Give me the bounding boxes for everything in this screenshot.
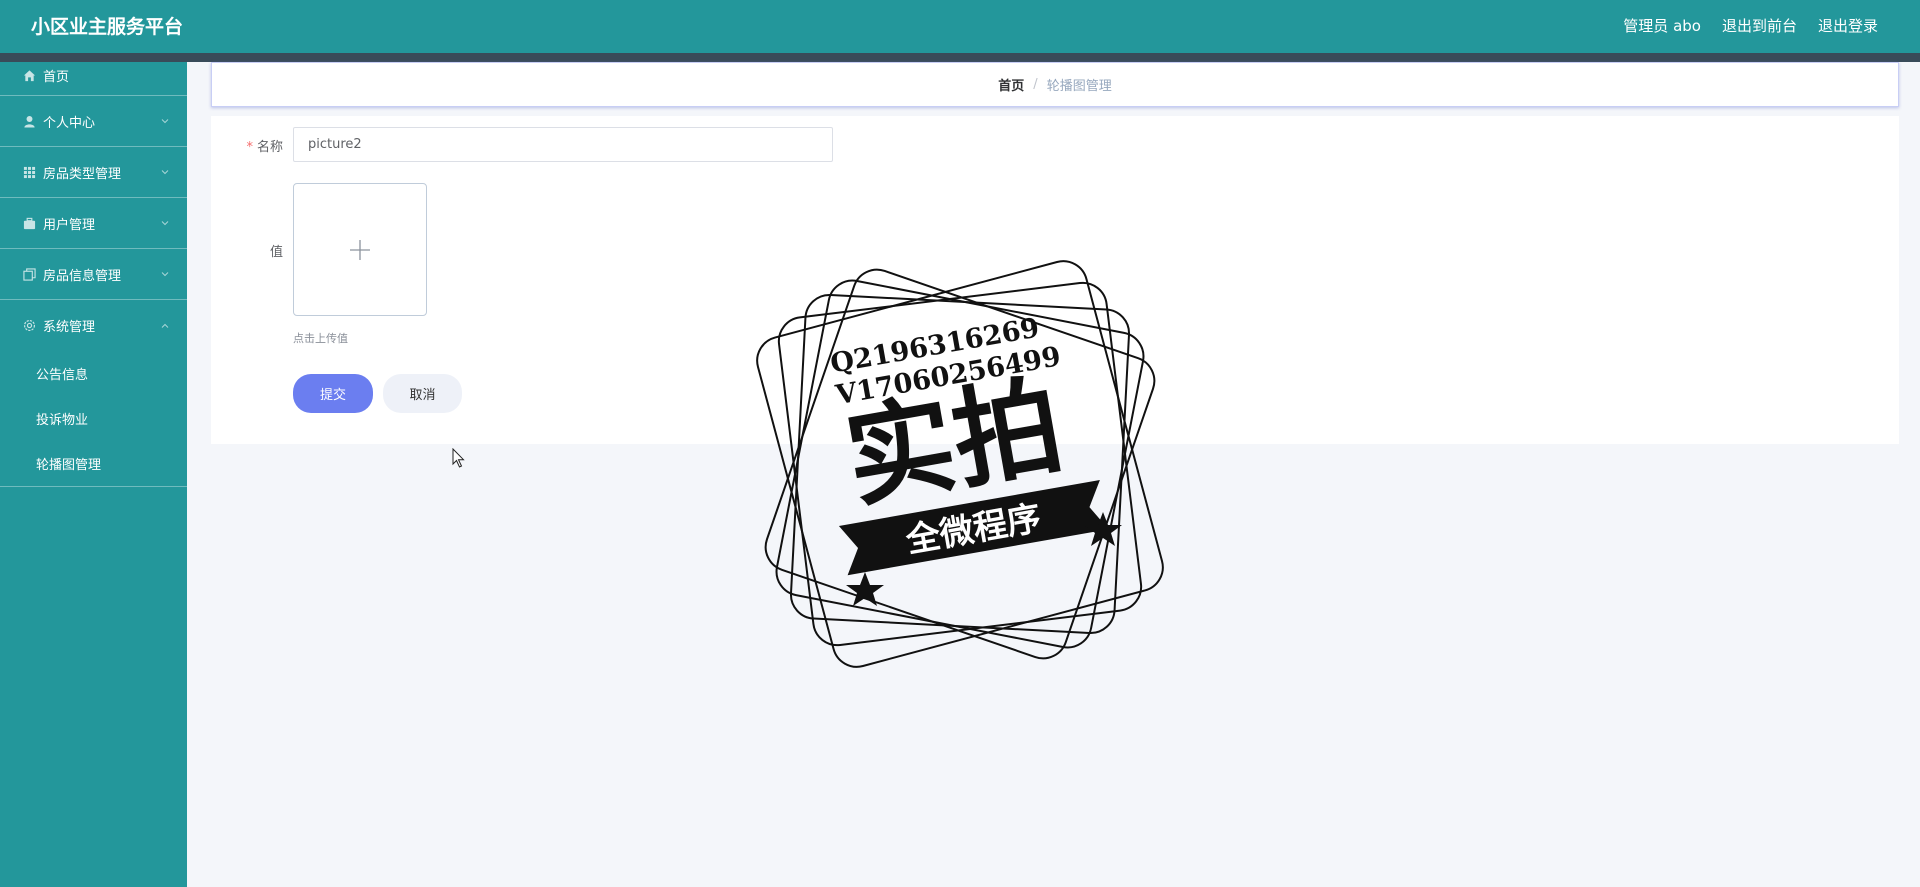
grid-icon xyxy=(22,165,36,179)
breadcrumb-home[interactable]: 首页 xyxy=(998,75,1024,94)
chevron-down-icon xyxy=(161,170,169,175)
chevron-down-icon xyxy=(161,221,169,226)
name-label: * 名称 xyxy=(246,140,283,155)
header-links: 管理员 abo 退出到前台 退出登录 xyxy=(1623,15,1878,36)
sidebar: 首页 个人中心 房品类型管理 用户管理 房品信息管理 系统管理 公告信息 投诉物… xyxy=(0,62,187,887)
sidebar-item-label: 房品类型管理 xyxy=(43,166,122,182)
chevron-down-icon xyxy=(161,119,169,124)
sidebar-subitem-carousel[interactable]: 轮播图管理 xyxy=(0,441,187,486)
breadcrumb-separator: / xyxy=(1033,77,1038,92)
app-title: 小区业主服务平台 xyxy=(31,16,184,38)
logout-link[interactable]: 退出登录 xyxy=(1818,15,1878,36)
plus-icon xyxy=(350,239,370,260)
chevron-up-icon xyxy=(161,323,169,328)
sidebar-item-label: 首页 xyxy=(43,69,70,85)
sidebar-item-system[interactable]: 系统管理 xyxy=(0,300,187,351)
breadcrumb-current: 轮播图管理 xyxy=(1046,79,1112,94)
home-icon xyxy=(22,68,36,82)
sidebar-subitem-complaint[interactable]: 投诉物业 xyxy=(0,396,187,441)
sidebar-item-profile[interactable]: 个人中心 xyxy=(0,96,187,147)
image-upload-box[interactable] xyxy=(293,183,427,316)
breadcrumb: 首页 / 轮播图管理 xyxy=(211,62,1899,107)
admin-user-link[interactable]: 管理员 abo xyxy=(1623,15,1701,36)
sidebar-item-label: 个人中心 xyxy=(43,115,96,131)
sidebar-item-home[interactable]: 首页 xyxy=(0,55,187,96)
mouse-cursor-icon xyxy=(452,448,465,468)
value-label: 值 xyxy=(269,245,283,260)
sidebar-item-house-info[interactable]: 房品信息管理 xyxy=(0,249,187,300)
name-input[interactable] xyxy=(293,127,833,162)
sidebar-subitem-notice[interactable]: 公告信息 xyxy=(0,351,187,396)
settings-icon xyxy=(22,319,36,333)
sidebar-item-label: 用户管理 xyxy=(43,217,96,233)
chevron-down-icon xyxy=(161,272,169,277)
sidebar-item-house-type[interactable]: 房品类型管理 xyxy=(0,147,187,198)
briefcase-icon xyxy=(22,216,36,230)
copy-icon xyxy=(22,267,36,281)
top-header: 小区业主服务平台 管理员 abo 退出到前台 退出登录 xyxy=(0,0,1920,62)
submit-button[interactable]: 提交 xyxy=(293,374,373,413)
sidebar-item-users[interactable]: 用户管理 xyxy=(0,198,187,249)
system-submenu: 公告信息 投诉物业 轮播图管理 xyxy=(0,351,187,487)
sidebar-item-label: 房品信息管理 xyxy=(43,268,122,284)
back-to-frontend-link[interactable]: 退出到前台 xyxy=(1722,15,1797,36)
sidebar-item-label: 系统管理 xyxy=(43,320,96,335)
upload-hint: 点击上传值 xyxy=(293,332,348,345)
user-icon xyxy=(22,114,36,128)
watermark-stamp: Q2196316269 V17060256499 实拍 全微程序 xyxy=(756,260,1164,668)
cancel-button[interactable]: 取消 xyxy=(383,374,462,413)
required-asterisk: * xyxy=(246,140,253,155)
star-icon xyxy=(846,572,884,606)
